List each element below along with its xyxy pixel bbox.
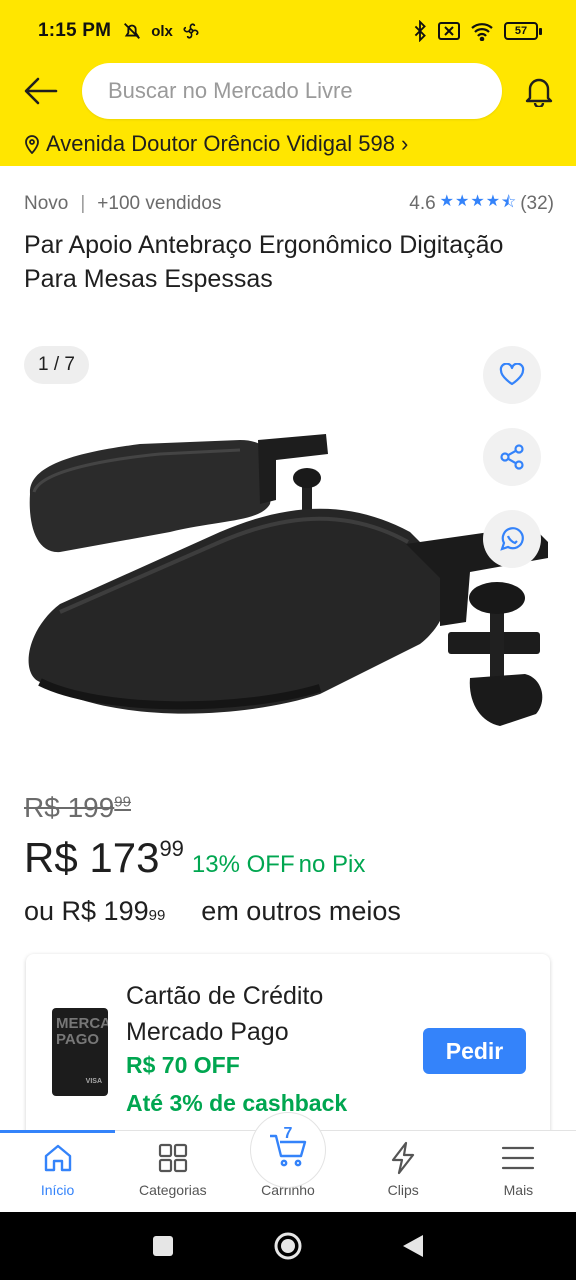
credit-card-thumbnail: MERCADO PAGO VISA <box>52 1008 108 1096</box>
nav-label-categorias: Categorias <box>138 1182 207 1198</box>
cart-count-badge: 7 <box>283 1125 293 1142</box>
condition-label: Novo <box>24 193 69 214</box>
star-icon: ★ <box>485 192 501 210</box>
promo-discount: R$ 70 OFF <box>126 1052 240 1078</box>
address-text: Avenida Doutor Orêncio Vidigal 598 <box>46 131 395 156</box>
nav-item-inicio[interactable]: Início <box>0 1131 115 1212</box>
sim-icon <box>438 22 460 40</box>
mute-icon <box>124 23 141 39</box>
card-text: MERCADO PAGO <box>56 1015 108 1048</box>
share-button[interactable] <box>483 428 541 486</box>
status-bar: 1:15 PM olx 57 <box>0 0 576 62</box>
discount-method: no Pix <box>298 851 366 878</box>
promo-cashback: Até 3% de cashback <box>126 1090 348 1116</box>
card-brand: VISA <box>85 1078 102 1085</box>
bluetooth-icon <box>414 20 426 42</box>
chevron-right-icon: › <box>400 131 409 156</box>
home-icon <box>44 1144 71 1172</box>
review-count: (32) <box>520 193 554 214</box>
nav-label-clips: Clips <box>387 1182 419 1198</box>
delivery-address[interactable]: Avenida Doutor Orêncio Vidigal 598 › <box>24 126 408 162</box>
nav-item-carrinho[interactable]: 7 Carrinho <box>230 1113 345 1212</box>
home-button[interactable] <box>268 1226 308 1266</box>
back-triangle-icon <box>403 1235 424 1257</box>
pedir-button[interactable]: Pedir <box>423 1028 526 1074</box>
recents-square-icon <box>152 1236 173 1256</box>
star-icon: ★ <box>470 192 485 210</box>
status-left-icons: olx <box>121 20 201 42</box>
rating-stars: ★ ★ ★ ★ ⯪ <box>440 191 517 218</box>
installment-suffix: em outros meios <box>201 896 401 926</box>
search-row <box>0 62 576 120</box>
back-button[interactable] <box>393 1226 433 1266</box>
old-price-cents: 99 <box>114 793 131 811</box>
bell-icon <box>525 78 553 107</box>
old-price-value: R$ 199 <box>24 792 115 823</box>
clips-icon <box>392 1141 415 1175</box>
heart-icon <box>499 363 525 386</box>
old-price: R$ 19999 <box>24 792 131 824</box>
product-gallery[interactable]: 1 / 7 <box>0 330 576 760</box>
product-meta: Novo | +100 vendidos 4.6 ★ ★ ★ ★ ⯪ (32) <box>24 190 554 218</box>
installment-price[interactable]: ou R$ 199 99 em outros meios <box>24 896 401 927</box>
menu-icon <box>502 1146 535 1170</box>
back-arrow-icon <box>24 77 58 105</box>
installment-prefix: ou R$ 199 <box>24 896 149 926</box>
home-circle-icon <box>274 1232 302 1260</box>
current-price-value: R$ 173 <box>24 834 160 881</box>
rating-value: 4.6 <box>409 193 436 214</box>
nav-item-mais[interactable]: Mais <box>461 1131 576 1212</box>
grid-icon <box>158 1143 187 1173</box>
android-navigation-bar <box>0 1212 576 1280</box>
half-star-icon: ⯪ <box>501 193 517 211</box>
price-row: R$ 17399 13% OFF no Pix <box>24 834 365 882</box>
whatsapp-icon <box>500 527 524 551</box>
notifications-button[interactable] <box>502 62 576 120</box>
olx-icon: olx <box>151 22 173 40</box>
favorite-button[interactable] <box>483 346 541 404</box>
nav-label-inicio: Início <box>40 1182 75 1198</box>
status-right-icons: 57 <box>412 20 542 42</box>
image-counter: 1 / 7 <box>24 346 89 384</box>
sold-count: +100 vendidos <box>97 193 222 214</box>
status-time: 1:15 PM <box>38 20 112 41</box>
search-input[interactable] <box>108 78 476 104</box>
meta-separator: | <box>80 193 86 214</box>
rating[interactable]: 4.6 ★ ★ ★ ★ ⯪ (32) <box>409 191 554 218</box>
recents-button[interactable] <box>143 1226 183 1266</box>
discount-label: 13% OFF <box>191 851 295 878</box>
product-title: Par Apoio Antebraço Ergonômico Digitação… <box>24 231 504 293</box>
current-price-cents: 99 <box>159 836 184 861</box>
back-arrow-button[interactable] <box>0 62 82 120</box>
wifi-icon <box>471 23 493 41</box>
battery-icon: 57 <box>504 22 542 40</box>
cart-button[interactable]: 7 <box>251 1113 325 1187</box>
fan-icon <box>183 23 199 39</box>
whatsapp-share-button[interactable] <box>483 510 541 568</box>
nav-item-categorias[interactable]: Categorias <box>115 1131 230 1212</box>
current-price: R$ 17399 <box>24 834 184 882</box>
promo-title: Cartão de Crédito Mercado Pago <box>126 982 324 1046</box>
search-box[interactable] <box>82 63 502 119</box>
share-icon <box>500 444 524 470</box>
star-icon: ★ <box>455 192 470 210</box>
bottom-navigation: Início Categorias 7 Carrinho Clips Mais <box>0 1113 576 1212</box>
star-icon: ★ <box>439 192 455 210</box>
nav-item-clips[interactable]: Clips <box>346 1131 461 1212</box>
app-header: 1:15 PM olx 57 Buscar no Mercado Livre A… <box>0 0 576 166</box>
installment-cents: 99 <box>148 907 166 924</box>
armrest-product-image <box>28 434 548 726</box>
location-pin-icon <box>25 135 39 154</box>
nav-label-mais: Mais <box>503 1182 534 1198</box>
